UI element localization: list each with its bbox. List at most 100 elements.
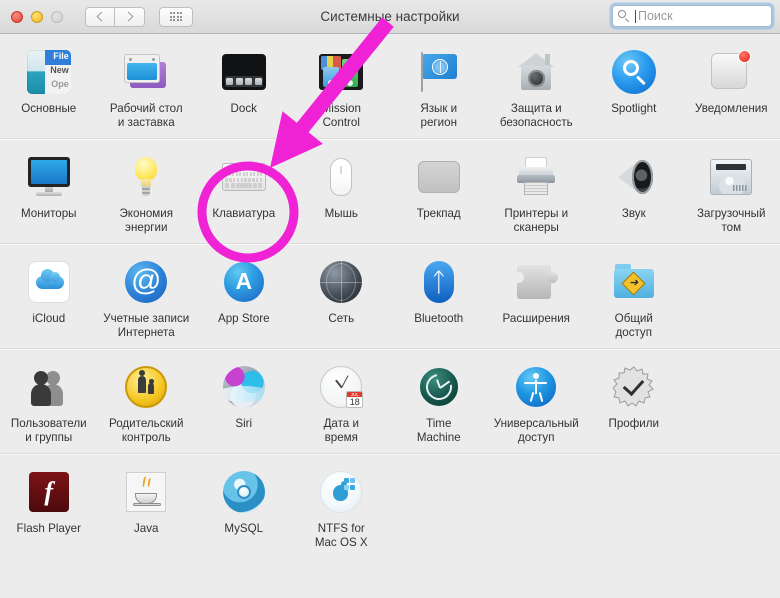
pref-pane-startup-disk[interactable]: Загрузочный том <box>683 151 780 234</box>
pane-label: Экономия энергии <box>119 207 174 234</box>
pane-label: Трекпад <box>416 207 461 220</box>
pane-label: App Store <box>217 312 270 325</box>
users-groups-icon <box>25 363 73 411</box>
security-privacy-icon <box>512 48 560 96</box>
pane-label: Spotlight <box>611 102 657 115</box>
displays-icon <box>25 153 73 201</box>
pref-pane-dock[interactable]: Dock <box>195 46 293 129</box>
spotlight-icon <box>610 48 658 96</box>
pane-row: Мониторы Экономия энергии Клавиатура Мыш… <box>0 139 780 244</box>
search-field[interactable]: Поиск <box>612 5 772 27</box>
forward-button[interactable] <box>115 6 145 27</box>
app-store-icon: A <box>220 258 268 306</box>
pane-label: Time Machine <box>416 417 461 444</box>
pref-pane-mission-control[interactable]: Mission Control <box>293 46 391 129</box>
pref-pane-time-machine[interactable]: Time Machine <box>390 361 488 444</box>
pref-pane-sound[interactable]: Звук <box>585 151 683 234</box>
pref-pane-displays[interactable]: Мониторы <box>0 151 98 234</box>
pref-pane-network[interactable]: Сеть <box>293 256 391 339</box>
pane-row: File New Ope Основные Рабочий стол и заст… <box>0 34 780 139</box>
pref-pane-energy-saver[interactable]: Экономия энергии <box>98 151 196 234</box>
pref-pane-printers-scanners[interactable]: Принтеры и сканеры <box>488 151 586 234</box>
zoom-window-button[interactable] <box>51 10 63 23</box>
mission-control-icon <box>317 48 365 96</box>
notifications-icon <box>707 48 755 96</box>
startup-disk-icon <box>707 153 755 201</box>
pane-label: Мышь <box>324 207 358 220</box>
pane-label: Bluetooth <box>414 312 464 325</box>
pref-pane-notifications[interactable]: Уведомления <box>683 46 780 129</box>
pref-pane-extensions[interactable]: Расширения <box>488 256 586 339</box>
pane-label: Язык и регион <box>420 102 458 129</box>
pref-pane-parental-controls[interactable]: Родительский контроль <box>98 361 196 444</box>
ntfs-icon <box>317 468 365 516</box>
pane-spacer <box>585 466 683 549</box>
back-button[interactable] <box>85 6 115 27</box>
pref-pane-java[interactable]: Java <box>98 466 196 549</box>
pane-label: Основные <box>21 102 77 115</box>
flash-player-icon: f <box>25 468 73 516</box>
pref-pane-mouse[interactable]: Мышь <box>293 151 391 234</box>
trackpad-icon <box>415 153 463 201</box>
minimize-window-button[interactable] <box>31 10 43 23</box>
icloud-icon <box>25 258 73 306</box>
mouse-icon <box>317 153 365 201</box>
pane-label: Java <box>134 522 159 535</box>
pref-pane-internet-accounts[interactable]: @ Учетные записи Интернета <box>98 256 196 339</box>
pref-pane-keyboard[interactable]: Клавиатура <box>195 151 293 234</box>
parental-controls-icon <box>122 363 170 411</box>
pane-label: Мониторы <box>20 207 77 220</box>
sharing-icon: ➔ <box>610 258 658 306</box>
search-input[interactable]: Поиск <box>638 9 673 23</box>
pref-pane-security-privacy[interactable]: Защита и безопасность <box>488 46 586 129</box>
pref-pane-date-time[interactable]: JUL 18 Дата и время <box>293 361 391 444</box>
pane-label: Звук <box>621 207 646 220</box>
pane-label: Общий доступ <box>614 312 653 339</box>
pane-label: Рабочий стол и заставка <box>109 102 183 129</box>
pref-pane-trackpad[interactable]: Трекпад <box>390 151 488 234</box>
pref-pane-ntfs[interactable]: NTFS for Mac OS X <box>293 466 391 549</box>
pref-pane-sharing[interactable]: ➔ Общий доступ <box>585 256 683 339</box>
bluetooth-icon: ᛏ <box>415 258 463 306</box>
pref-pane-icloud[interactable]: iCloud <box>0 256 98 339</box>
pane-label: MySQL <box>224 522 264 535</box>
pref-pane-siri[interactable]: Siri <box>195 361 293 444</box>
pane-label: Родительский контроль <box>108 417 184 444</box>
chevron-left-icon <box>96 11 106 22</box>
pref-pane-users-groups[interactable]: Пользователи и группы <box>0 361 98 444</box>
accessibility-icon <box>512 363 560 411</box>
pref-pane-desktop-screensaver[interactable]: Рабочий стол и заставка <box>98 46 196 129</box>
pane-row: f Flash Player Java MySQL NTFS for Mac O… <box>0 454 780 558</box>
time-machine-icon <box>415 363 463 411</box>
preference-panes-grid: File New Ope Основные Рабочий стол и заст… <box>0 34 780 597</box>
search-text-caret <box>635 9 636 23</box>
pane-label: Dock <box>230 102 257 115</box>
pane-label: NTFS for Mac OS X <box>314 522 368 549</box>
close-window-button[interactable] <box>11 10 23 23</box>
show-all-button[interactable] <box>159 6 193 27</box>
pref-pane-general[interactable]: File New Ope Основные <box>0 46 98 129</box>
pref-pane-flash-player[interactable]: f Flash Player <box>0 466 98 549</box>
system-preferences-window: Системные настройки Поиск File New Ope О… <box>0 0 780 598</box>
mysql-icon <box>220 468 268 516</box>
energy-saver-icon <box>122 153 170 201</box>
pref-pane-mysql[interactable]: MySQL <box>195 466 293 549</box>
chevron-right-icon <box>123 11 134 22</box>
sound-icon <box>610 153 658 201</box>
pane-label: Siri <box>235 417 253 430</box>
pref-pane-bluetooth[interactable]: ᛏ Bluetooth <box>390 256 488 339</box>
pane-label: Учетные записи Интернета <box>103 312 190 339</box>
pref-pane-app-store[interactable]: A App Store <box>195 256 293 339</box>
pref-pane-spotlight[interactable]: Spotlight <box>585 46 683 129</box>
pref-pane-profiles[interactable]: Профили <box>585 361 683 444</box>
network-icon <box>317 258 365 306</box>
pane-spacer <box>683 256 780 339</box>
desktop-screensaver-icon <box>122 48 170 96</box>
search-icon <box>618 9 631 23</box>
pane-label: Универсальный доступ <box>493 417 579 444</box>
pref-pane-language-region[interactable]: Язык и регион <box>390 46 488 129</box>
extensions-icon <box>512 258 560 306</box>
pane-label: Профили <box>608 417 660 430</box>
pane-label: Mission Control <box>321 102 361 129</box>
pref-pane-accessibility[interactable]: Универсальный доступ <box>488 361 586 444</box>
